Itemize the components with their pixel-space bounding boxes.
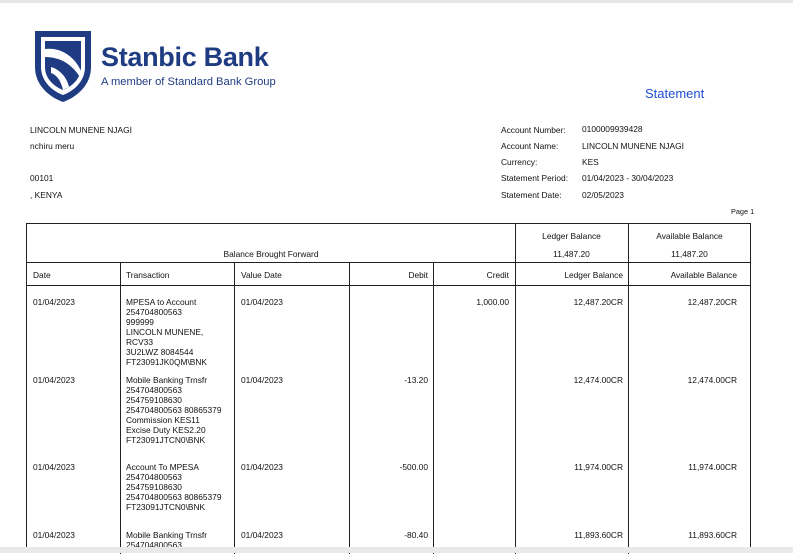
top-edge [0,0,793,3]
summary-available-value: 11,487.20 [671,249,708,259]
col-divider-transaction [234,262,235,554]
summary-available-label: Available Balance [656,231,723,241]
balance-brought-forward-label: Balance Brought Forward [223,249,319,259]
customer-location: nchiru meru [30,141,75,151]
row-date: 01/04/2023 [33,462,75,472]
col-header-credit: Credit [486,270,509,280]
row-date: 01/04/2023 [33,297,75,307]
customer-country: , KENYA [30,190,63,200]
row-value-date: 01/04/2023 [241,375,283,385]
statement-date-label: Statement Date: [501,190,562,200]
bank-tagline: A member of Standard Bank Group [101,76,276,88]
account-number-value: 0100009939428 [582,124,643,134]
row-ledger-balance: 12,474.00CR [573,375,623,385]
header-divider [27,285,750,286]
row-ledger-balance: 11,974.00CR [574,462,623,472]
row-transaction: Mobile Banking Trnsfr 254704800563 25475… [126,375,222,445]
row-debit: -13.20 [404,375,428,385]
col-header-available-balance: Available Balance [670,270,737,280]
col-header-date: Date [33,270,51,280]
row-credit: 1,000.00 [476,297,509,307]
row-date: 01/04/2023 [33,375,75,385]
row-debit: -80.40 [404,530,428,540]
row-ledger-balance: 12,487.20CR [573,297,623,307]
row-value-date: 01/04/2023 [241,462,283,472]
statement-period-value: 01/04/2023 - 30/04/2023 [582,173,674,183]
col-header-transaction: Transaction [126,270,170,280]
customer-name: LINCOLN MUNENE NJAGI [30,125,132,135]
page-number: Page 1 [731,207,755,216]
summary-ledger-label: Ledger Balance [542,231,601,241]
row-available-balance: 12,474.00CR [687,375,737,385]
row-available-balance: 12,487.20CR [687,297,737,307]
bank-name: Stanbic Bank [101,42,269,72]
bottom-edge [0,547,793,553]
statement-title: Statement [645,86,705,101]
row-transaction: Account To MPESA 254704800563 2547591086… [126,462,222,512]
row-available-balance: 11,893.60CR [688,530,737,540]
summary-ledger-value: 11,487.20 [553,249,590,259]
col-header-value-date: Value Date [241,270,282,280]
statement-date-value: 02/05/2023 [582,190,624,200]
col-divider-value-date [349,262,350,554]
row-transaction: MPESA to Account 254704800563 999999 LIN… [126,297,207,367]
account-name-label: Account Name: [501,141,559,151]
account-name-value: LINCOLN MUNENE NJAGI [582,141,684,151]
statement-period-label: Statement Period: [501,173,569,183]
stanbic-shield-logo [35,31,91,102]
customer-postal-code: 00101 [30,173,54,183]
row-value-date: 01/04/2023 [241,530,283,540]
currency-label: Currency: [501,157,538,167]
summary-divider [27,262,750,263]
row-debit: -500.00 [399,462,428,472]
currency-value: KES [582,157,599,167]
col-header-ledger-balance: Ledger Balance [564,270,623,280]
row-date: 01/04/2023 [33,530,75,540]
col-divider-date [120,262,121,554]
row-available-balance: 11,974.00CR [688,462,737,472]
row-ledger-balance: 11,893.60CR [574,530,623,540]
col-header-debit: Debit [408,270,428,280]
row-value-date: 01/04/2023 [241,297,283,307]
transactions-table: Ledger Balance 11,487.20 Available Balan… [26,223,751,554]
account-number-label: Account Number: [501,125,566,135]
